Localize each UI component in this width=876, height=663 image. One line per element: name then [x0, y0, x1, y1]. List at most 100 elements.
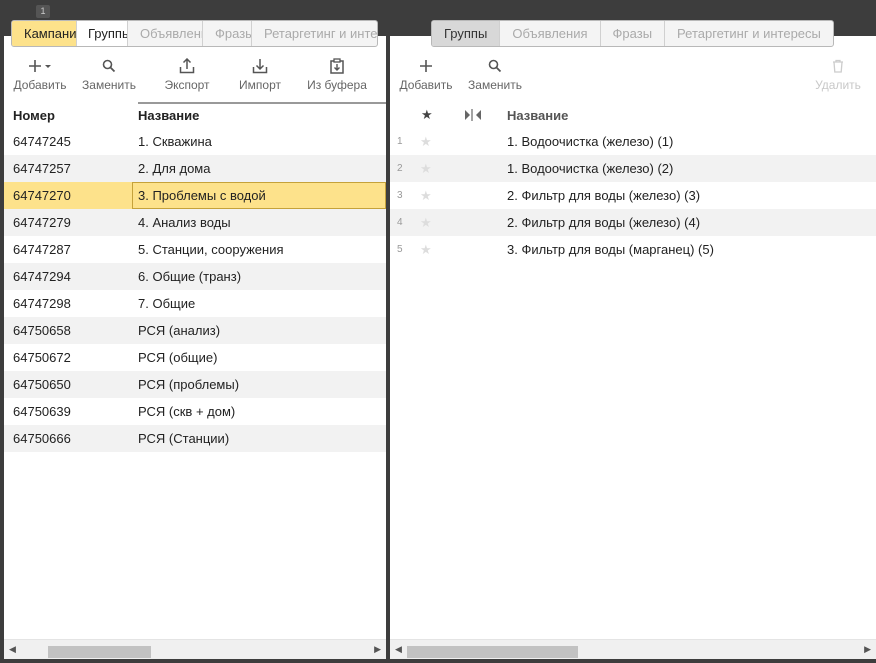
row-name: РСЯ (Станции): [138, 431, 230, 446]
row-index: 2: [397, 163, 403, 174]
table-row[interactable]: 64747257 2. Для дома: [4, 155, 386, 182]
row-number: 64750658: [13, 323, 71, 338]
add-button[interactable]: Добавить: [4, 50, 76, 100]
scrollbar-thumb[interactable]: [407, 646, 578, 658]
replace-button[interactable]: Заменить: [76, 50, 142, 100]
tab-campaigns[interactable]: Кампании: [12, 21, 77, 46]
row-number: 64747294: [13, 269, 71, 284]
row-name: 6. Общие (транз): [138, 269, 242, 284]
from-buffer-label: Из буфера: [307, 78, 367, 92]
add-label: Добавить: [399, 78, 453, 92]
tab-retargeting[interactable]: Ретаргетинг и интересы: [252, 21, 377, 46]
row-number: 64750666: [13, 431, 71, 446]
row-number: 64750672: [13, 350, 71, 365]
clipboard-icon: [330, 58, 344, 74]
row-name: 1. Водоочистка (железо) (2): [507, 161, 674, 176]
right-panel: Добавить Заменить Удалить ★ Название 1 ★…: [390, 36, 876, 659]
row-name: РСЯ (анализ): [138, 323, 221, 338]
table-row[interactable]: 64747245 1. Скважина: [4, 128, 386, 155]
left-horizontal-scrollbar[interactable]: ◀ ▶: [4, 639, 386, 659]
tab-phrases[interactable]: Фразы: [601, 21, 666, 46]
add-button[interactable]: Добавить: [390, 50, 462, 100]
scroll-right-icon[interactable]: ▶: [374, 644, 381, 655]
row-name: 7. Общие: [138, 296, 196, 311]
table-row[interactable]: 64747294 6. Общие (транз): [4, 263, 386, 290]
import-icon: [252, 59, 268, 74]
row-name: 3. Фильтр для воды (марганец) (5): [507, 242, 714, 257]
scrollbar-thumb[interactable]: [48, 646, 151, 658]
table-row[interactable]: 64750650 РСЯ (проблемы): [4, 371, 386, 398]
scroll-right-icon[interactable]: ▶: [864, 644, 871, 655]
row-name: РСЯ (скв + дом): [138, 404, 236, 419]
table-row-selected[interactable]: 64747270 3. Проблемы с водой: [4, 182, 386, 209]
right-tab-bar: Группы Объявления Фразы Ретаргетинг и ин…: [431, 20, 834, 47]
star-column-icon[interactable]: ★: [421, 107, 433, 123]
star-icon[interactable]: ★: [420, 161, 432, 177]
table-row[interactable]: 64747279 4. Анализ воды: [4, 209, 386, 236]
column-header-number[interactable]: Номер: [13, 108, 55, 123]
row-index: 3: [397, 190, 403, 201]
import-button[interactable]: Импорт: [232, 50, 288, 100]
table-row[interactable]: 64750639 РСЯ (скв + дом): [4, 398, 386, 425]
table-row[interactable]: 64747298 7. Общие: [4, 290, 386, 317]
row-name: 2. Для дома: [138, 161, 211, 176]
star-icon[interactable]: ★: [420, 188, 432, 204]
left-table-body: 64747245 1. Скважина 64747257 2. Для дом…: [4, 128, 386, 452]
right-table-header: ★ Название: [390, 102, 876, 128]
table-row[interactable]: 4 ★ 2. Фильтр для воды (железо) (4): [390, 209, 876, 236]
delete-button[interactable]: Удалить: [806, 50, 870, 100]
row-number: 64747279: [13, 215, 71, 230]
export-button[interactable]: Экспорт: [142, 50, 232, 100]
row-name: 5. Станции, сооружения: [138, 242, 284, 257]
column-header-name[interactable]: Название: [138, 108, 199, 123]
replace-label: Заменить: [468, 78, 522, 92]
import-label: Импорт: [239, 78, 281, 92]
tab-ads[interactable]: Объявления: [128, 21, 203, 46]
scroll-left-icon[interactable]: ◀: [9, 644, 16, 655]
export-label: Экспорт: [164, 78, 210, 92]
replace-button[interactable]: Заменить: [462, 50, 528, 100]
star-icon[interactable]: ★: [420, 134, 432, 150]
table-row[interactable]: 3 ★ 2. Фильтр для воды (железо) (3): [390, 182, 876, 209]
column-header-name[interactable]: Название: [507, 108, 568, 123]
row-name: 2. Фильтр для воды (железо) (4): [507, 215, 701, 230]
row-name: 1. Водоочистка (железо) (1): [507, 134, 674, 149]
left-tab-bar: Кампании Группы Объявления Фразы Ретарге…: [11, 20, 378, 47]
row-number: 64747257: [13, 161, 71, 176]
tab-retargeting[interactable]: Ретаргетинг и интересы: [665, 21, 833, 46]
row-name: РСЯ (проблемы): [138, 377, 240, 392]
row-name: 1. Скважина: [138, 134, 212, 149]
row-index: 1: [397, 136, 403, 147]
row-number: 64747245: [13, 134, 71, 149]
table-row[interactable]: 1 ★ 1. Водоочистка (железо) (1): [390, 128, 876, 155]
search-icon: [488, 59, 502, 73]
export-icon: [179, 58, 195, 74]
delete-label: Удалить: [815, 78, 861, 92]
row-name: 4. Анализ воды: [138, 215, 231, 230]
tab-groups[interactable]: Группы: [77, 21, 128, 46]
right-horizontal-scrollbar[interactable]: ◀ ▶: [390, 639, 876, 659]
left-panel: Добавить Заменить Экспорт Импорт Из буфе…: [4, 36, 386, 659]
plus-icon: [420, 60, 432, 72]
tab-groups[interactable]: Группы: [432, 21, 501, 46]
row-name: 3. Проблемы с водой: [138, 188, 266, 203]
tab-ads[interactable]: Объявления: [500, 21, 601, 46]
table-row[interactable]: 64747287 5. Станции, сооружения: [4, 236, 386, 263]
row-name: 2. Фильтр для воды (железо) (3): [507, 188, 701, 203]
replace-label: Заменить: [82, 78, 136, 92]
star-icon[interactable]: ★: [420, 242, 432, 258]
row-number: 64747298: [13, 296, 71, 311]
from-buffer-button[interactable]: Из буфера: [288, 50, 386, 100]
scroll-left-icon[interactable]: ◀: [395, 644, 402, 655]
table-row[interactable]: 2 ★ 1. Водоочистка (железо) (2): [390, 155, 876, 182]
add-label: Добавить: [13, 78, 67, 92]
table-row[interactable]: 64750658 РСЯ (анализ): [4, 317, 386, 344]
sort-toggle-icon[interactable]: [464, 109, 482, 121]
tab-phrases[interactable]: Фразы: [203, 21, 252, 46]
window-badge: 1: [36, 5, 50, 18]
table-row[interactable]: 64750672 РСЯ (общие): [4, 344, 386, 371]
table-row[interactable]: 64750666 РСЯ (Станции): [4, 425, 386, 452]
table-row[interactable]: 5 ★ 3. Фильтр для воды (марганец) (5): [390, 236, 876, 263]
star-icon[interactable]: ★: [420, 215, 432, 231]
left-table-header: Номер Название: [4, 102, 386, 128]
